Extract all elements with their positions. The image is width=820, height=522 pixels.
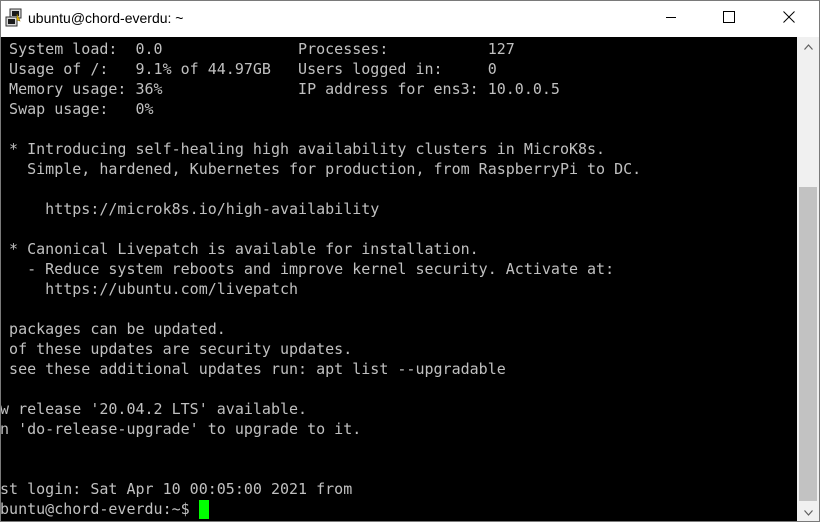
terminal-cursor bbox=[198, 500, 209, 519]
terminal-line: * Canonical Livepatch is available for i… bbox=[1, 240, 479, 258]
terminal-line: Simple, hardened, Kubernetes for product… bbox=[1, 160, 642, 178]
terminal-line: Memory usage: 36% IP address for ens3: 1… bbox=[1, 80, 560, 98]
maximize-button[interactable] bbox=[700, 1, 758, 37]
shell-prompt-line: ubuntu@chord-everdu:~$ bbox=[1, 499, 209, 519]
terminal-line: un 'do-release-upgrade' to upgrade to it… bbox=[1, 420, 362, 438]
terminal-line: 7 packages can be updated. bbox=[1, 320, 226, 338]
vertical-scrollbar[interactable] bbox=[797, 37, 819, 521]
chevron-down-icon bbox=[803, 503, 813, 521]
minimize-icon bbox=[665, 10, 677, 28]
title-bar[interactable]: ubuntu@chord-everdu: ~ bbox=[1, 1, 819, 37]
terminal-line: https://ubuntu.com/livepatch bbox=[1, 280, 299, 298]
terminal-output[interactable]: System load: 0.0 Processes: 127 Usage of… bbox=[1, 37, 797, 521]
scroll-up-button[interactable] bbox=[797, 37, 819, 55]
minimize-button[interactable] bbox=[642, 1, 700, 37]
scroll-down-button[interactable] bbox=[797, 503, 819, 521]
terminal-line: 0 of these updates are security updates. bbox=[1, 340, 353, 358]
terminal-line: https://microk8s.io/high-availability bbox=[1, 200, 380, 218]
terminal-line: * Introducing self-healing high availabi… bbox=[1, 140, 606, 158]
maximize-icon bbox=[723, 10, 735, 28]
window-title: ubuntu@chord-everdu: ~ bbox=[28, 10, 184, 26]
terminal-line: o see these additional updates run: apt … bbox=[1, 360, 506, 378]
putty-icon[interactable] bbox=[5, 8, 23, 28]
terminal-line: ast login: Sat Apr 10 00:05:00 2021 from bbox=[1, 480, 353, 498]
close-button[interactable] bbox=[759, 1, 819, 37]
terminal-line: ew release '20.04.2 LTS' available. bbox=[1, 400, 308, 418]
chevron-up-icon bbox=[803, 37, 813, 55]
terminal-window: ubuntu@chord-everdu: ~ System load: 0.0 … bbox=[0, 0, 820, 522]
terminal-line: Swap usage: 0% bbox=[1, 100, 154, 118]
terminal-line: System load: 0.0 Processes: 127 bbox=[1, 40, 515, 58]
scrollbar-thumb[interactable] bbox=[799, 187, 817, 501]
terminal-line: - Reduce system reboots and improve kern… bbox=[1, 260, 615, 278]
close-icon bbox=[783, 10, 795, 28]
terminal-line: Usage of /: 9.1% of 44.97GB Users logged… bbox=[1, 60, 497, 78]
